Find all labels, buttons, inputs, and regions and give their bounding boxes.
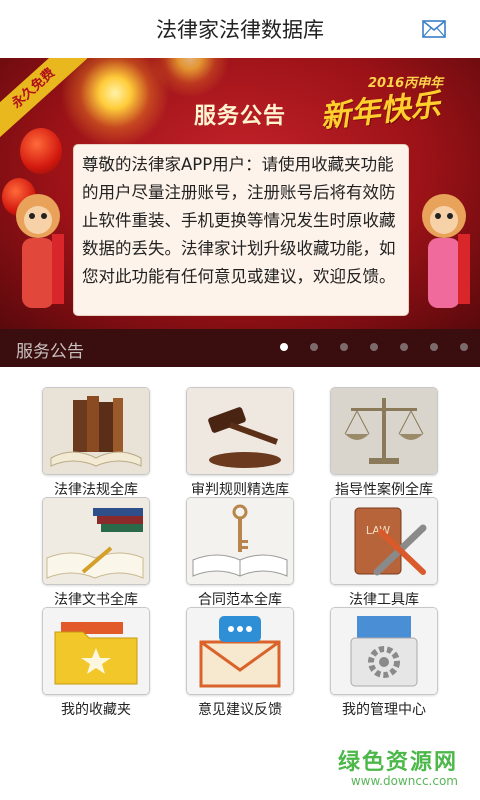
tile-legal-documents[interactable]: 法律文书全库 xyxy=(42,497,150,608)
scales-icon xyxy=(330,387,438,475)
gavel-icon xyxy=(186,387,294,475)
tile-label: 指导性案例全库 xyxy=(335,482,433,498)
tile-management-center[interactable]: 我的管理中心 xyxy=(330,607,438,718)
banner-caption-bar: 服务公告 xyxy=(0,329,480,367)
tile-legal-tools[interactable]: LAW 法律工具库 xyxy=(330,497,438,608)
open-book-pen-icon xyxy=(42,497,150,585)
carousel-dot[interactable] xyxy=(430,343,438,351)
key-book-icon xyxy=(186,497,294,585)
tile-label: 意见建议反馈 xyxy=(198,702,282,718)
gear-box-icon xyxy=(330,607,438,695)
watermark-url: www.downcc.com xyxy=(350,774,458,788)
watermark-title: 绿色资源网 xyxy=(337,750,458,775)
monkey-right-icon xyxy=(422,194,470,308)
law-tools-icon: LAW xyxy=(330,497,438,585)
tile-label: 合同范本全库 xyxy=(198,592,282,608)
tile-my-favorites[interactable]: 我的收藏夹 xyxy=(42,607,150,718)
tile-trial-rules[interactable]: 审判规则精选库 xyxy=(186,387,294,498)
carousel-dot[interactable] xyxy=(310,343,318,351)
tile-label: 法律工具库 xyxy=(349,592,419,608)
tile-label: 我的管理中心 xyxy=(342,702,426,718)
books-icon xyxy=(42,387,150,475)
mail-icon[interactable] xyxy=(422,20,446,38)
tile-laws-regulations[interactable]: 法律法规全库 xyxy=(42,387,150,498)
carousel-dot[interactable] xyxy=(340,343,348,351)
chat-envelope-icon xyxy=(186,607,294,695)
notice-box: 尊敬的法律家APP用户：请使用收藏夹功能的用户尽量注册账号，注册账号后将有效防止… xyxy=(73,144,409,316)
tile-contract-templates[interactable]: 合同范本全库 xyxy=(186,497,294,608)
carousel-dots[interactable] xyxy=(280,343,468,351)
monkey-left-icon xyxy=(16,194,64,308)
banner-caption: 服务公告 xyxy=(16,342,84,362)
tile-label: 我的收藏夹 xyxy=(61,702,131,718)
tile-label: 法律法规全库 xyxy=(54,482,138,498)
notice-text: 尊敬的法律家APP用户：请使用收藏夹功能的用户尽量注册账号，注册账号后将有效防止… xyxy=(82,155,396,286)
notice-title: 服务公告 xyxy=(193,104,286,129)
carousel-dot[interactable] xyxy=(460,343,468,351)
tile-feedback[interactable]: 意见建议反馈 xyxy=(186,607,294,718)
app-title: 法律家法律数据库 xyxy=(156,18,324,42)
lantern-decoration xyxy=(20,128,62,174)
carousel-dot[interactable] xyxy=(280,343,288,351)
carousel-dot[interactable] xyxy=(370,343,378,351)
notice-banner[interactable]: 永久免费 2016丙申年 新年快乐 服务公告 尊敬的法律家APP用户：请使用收藏… xyxy=(0,58,480,329)
tile-guiding-cases[interactable]: 指导性案例全库 xyxy=(330,387,438,498)
star-folder-icon xyxy=(42,607,150,695)
site-watermark: 绿色资源网 www.downcc.com xyxy=(338,744,458,788)
carousel-dot[interactable] xyxy=(400,343,408,351)
tile-label: 法律文书全库 xyxy=(54,592,138,608)
app-header: 法律家法律数据库 xyxy=(0,0,480,59)
tile-label: 审判规则精选库 xyxy=(191,482,289,498)
